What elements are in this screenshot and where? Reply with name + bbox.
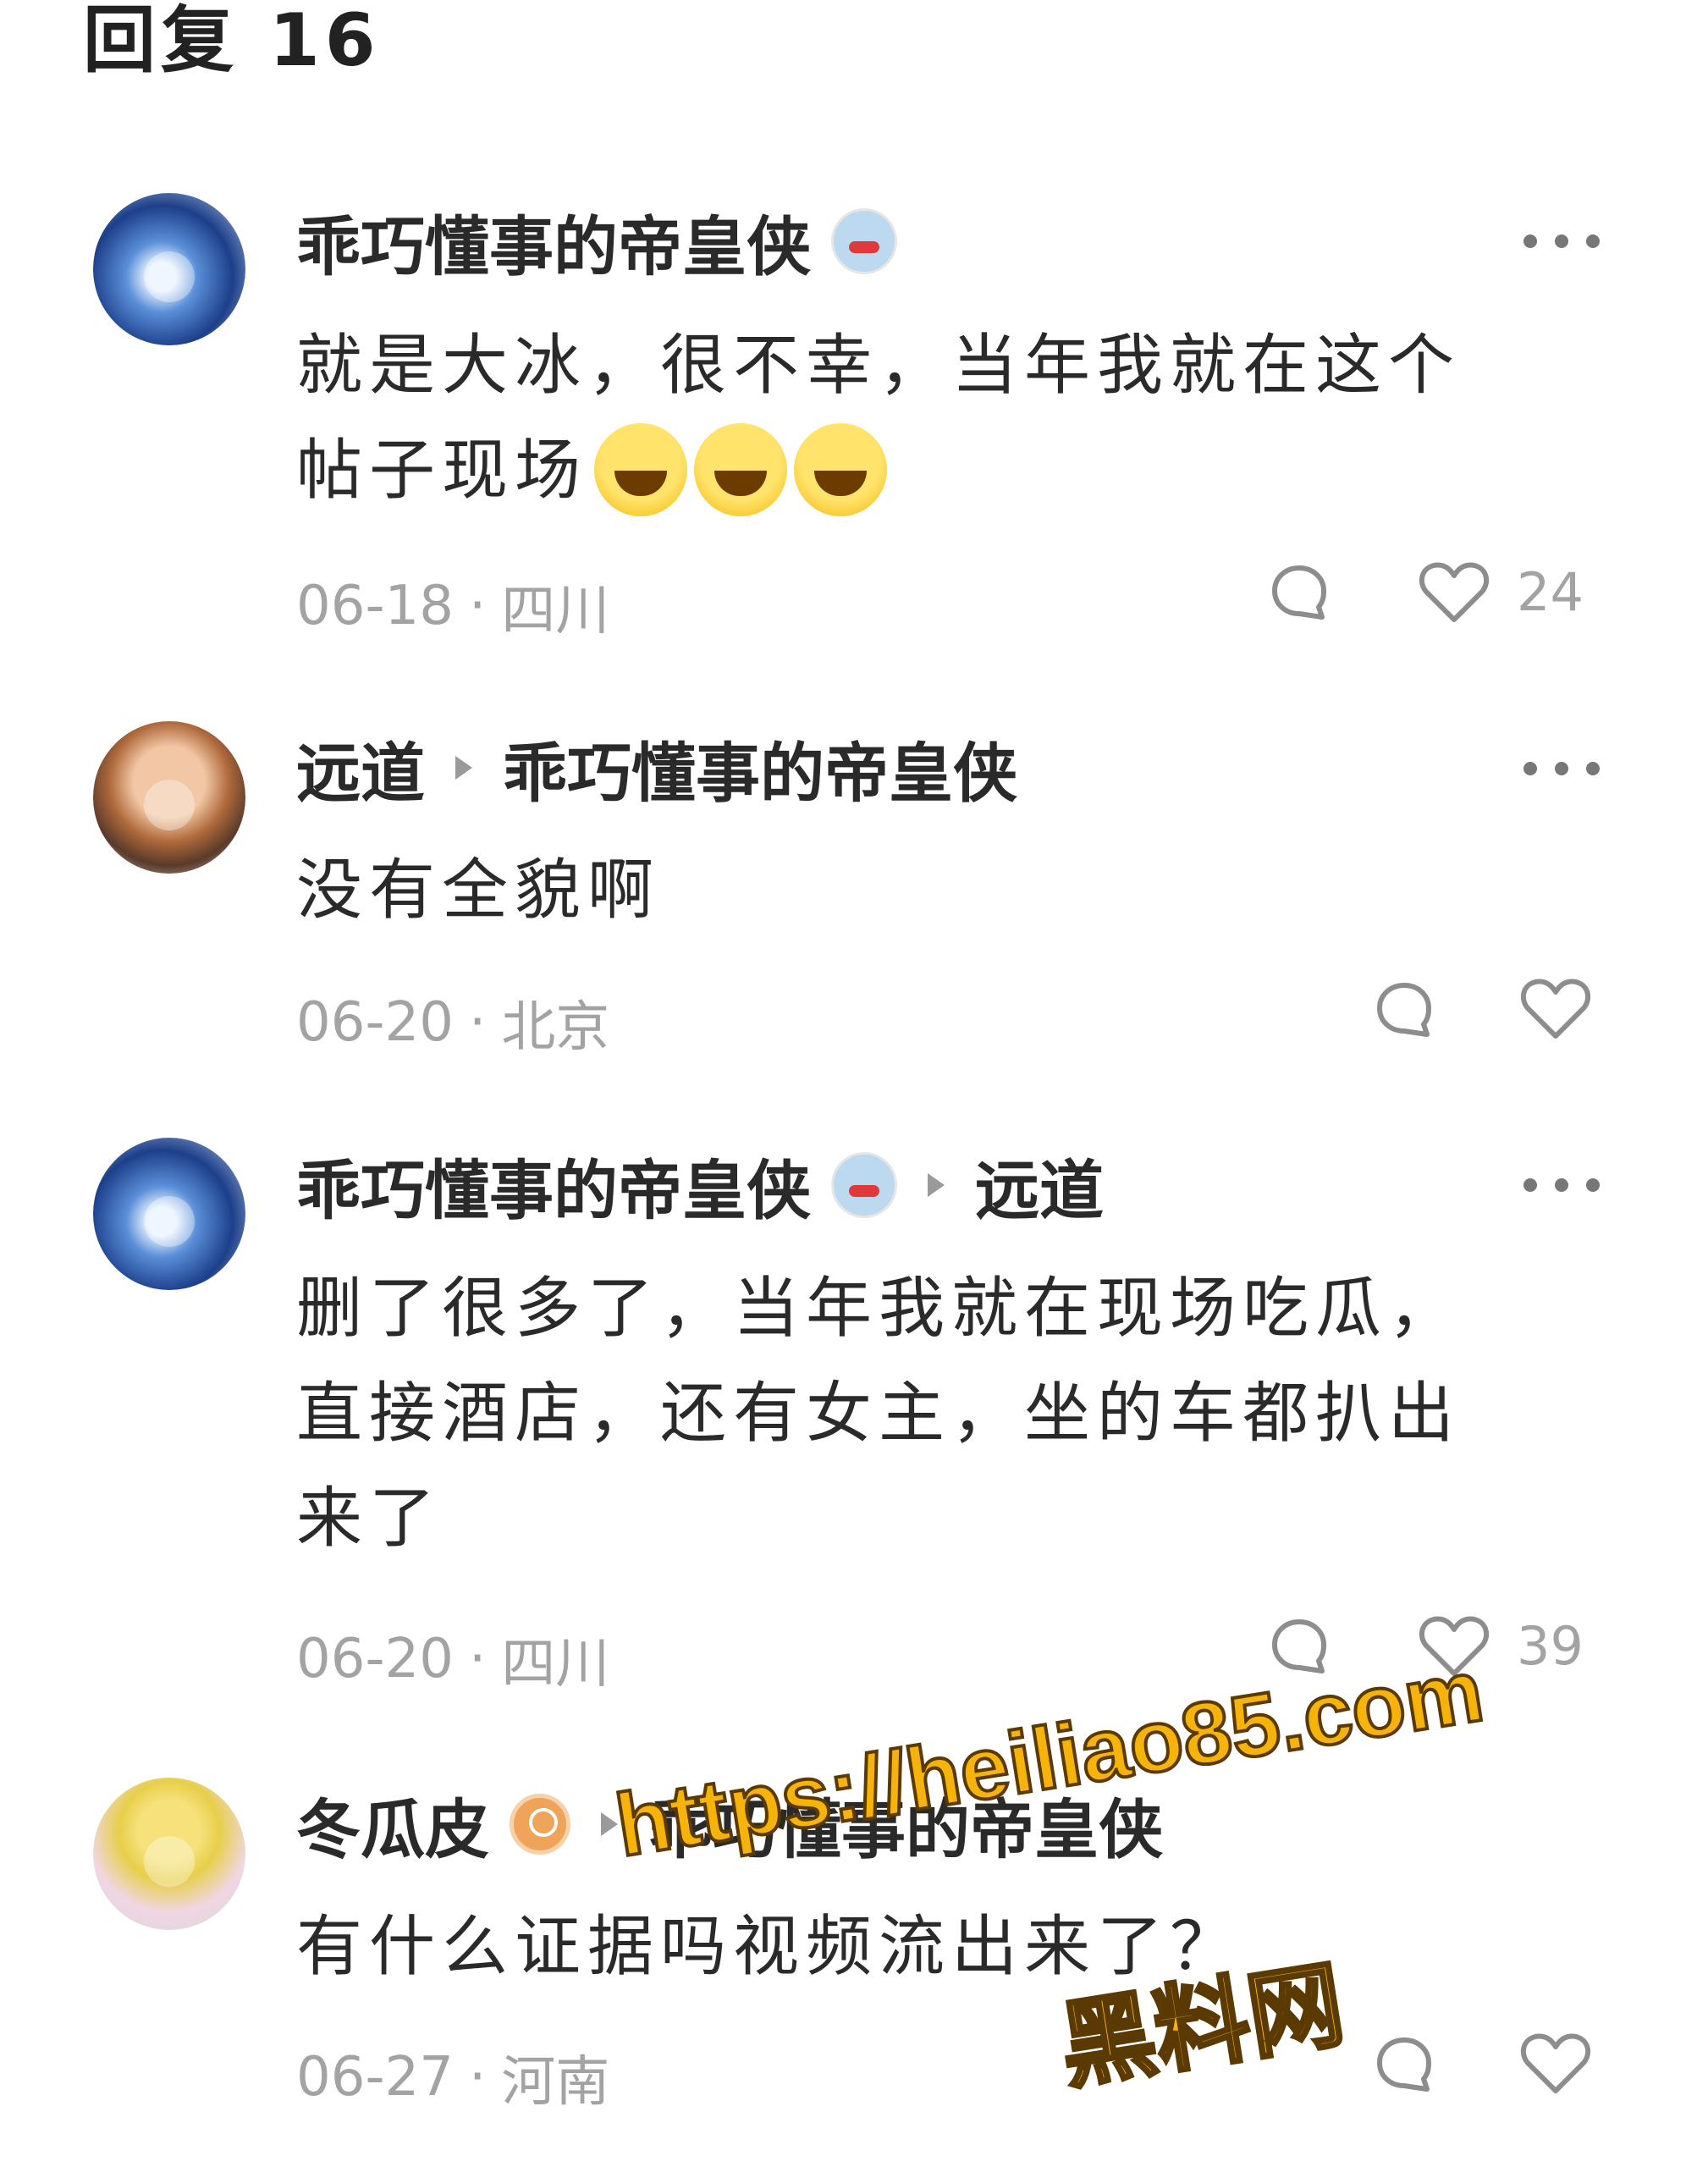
comment-text: 有什么证据吗视频流出来了？ xyxy=(296,1894,1617,1999)
reply-button[interactable] xyxy=(1375,980,1434,1039)
comment-user-row: 远道 乖巧懂事的帝皇侠 xyxy=(296,730,1017,811)
comment-location: 四川 xyxy=(501,1633,610,1696)
like-count: 24 xyxy=(1517,560,1584,623)
heart-icon xyxy=(1520,979,1591,1039)
comment-location: 北京 xyxy=(501,996,610,1059)
comment-text-line: 直接酒店，还有女主，坐的车都扒出 xyxy=(296,1376,1462,1452)
more-dots-icon[interactable] xyxy=(1523,760,1600,777)
username[interactable]: 乖巧懂事的帝皇侠 xyxy=(296,195,811,288)
grinning-emoji-icon xyxy=(794,422,888,516)
comment-meta: 06-27 · 河南 xyxy=(296,2043,609,2114)
username[interactable]: 冬瓜皮 xyxy=(296,1778,489,1871)
replies-header: 回复 16 xyxy=(83,0,381,83)
comment-text: 删了很多了，当年我就在现场吃瓜， 直接酒店，还有女主，坐的车都扒出 来了 xyxy=(296,1256,1617,1571)
like-count: 39 xyxy=(1517,1614,1584,1677)
speech-bubble-icon xyxy=(1377,983,1431,1037)
like-button[interactable] xyxy=(1520,975,1591,1041)
heart-icon xyxy=(1419,562,1490,622)
comment-text: 就是大冰，很不幸，当年我就在这个 帖子现场 xyxy=(296,313,1617,523)
reply-button[interactable] xyxy=(1375,2035,1434,2094)
like-button[interactable]: 24 xyxy=(1419,559,1584,625)
user-badge-icon xyxy=(831,208,897,274)
heart-icon xyxy=(1419,1616,1490,1676)
avatar[interactable] xyxy=(93,1778,245,1930)
meta-separator: · xyxy=(468,1628,487,1690)
comment-user-row: 冬瓜皮 乖巧懂事的帝皇侠 xyxy=(296,1786,1163,1867)
heart-icon xyxy=(1520,2033,1591,2093)
username[interactable]: 乖巧懂事的帝皇侠 xyxy=(296,1139,811,1232)
comment-date: 06-20 xyxy=(296,1628,454,1690)
speech-bubble-icon xyxy=(1377,2037,1431,2092)
more-dots-icon[interactable] xyxy=(1523,1177,1600,1194)
comment-text: 没有全貌啊 xyxy=(296,838,1617,943)
like-button[interactable] xyxy=(1520,2030,1591,2096)
comment-meta: 06-20 · 四川 xyxy=(296,1625,609,1696)
grinning-emoji-icon xyxy=(594,422,688,516)
comment-text-line: 没有全貌啊 xyxy=(296,852,661,929)
triangle-right-icon xyxy=(928,1173,945,1197)
comment-user-row: 乖巧懂事的帝皇侠 远道 xyxy=(296,1147,1104,1228)
speech-bubble-icon xyxy=(1272,1619,1326,1673)
comment-location: 河南 xyxy=(501,2051,610,2114)
comment-text-line: 有什么证据吗视频流出来了？ xyxy=(296,1909,1243,1985)
reply-to-username[interactable]: 乖巧懂事的帝皇侠 xyxy=(648,1778,1163,1871)
comment-text-line: 就是大冰，很不幸，当年我就在这个 xyxy=(296,328,1462,404)
meta-separator: · xyxy=(468,991,487,1054)
comment-text-line: 帖子现场 xyxy=(296,418,1617,523)
meta-separator: · xyxy=(468,2046,487,2109)
comment-text-line: 来了 xyxy=(296,1481,443,1557)
avatar[interactable] xyxy=(93,193,245,345)
comment-date: 06-27 xyxy=(296,2046,454,2109)
comment-user-row: 乖巧懂事的帝皇侠 xyxy=(296,203,897,284)
avatar[interactable] xyxy=(93,1138,245,1290)
triangle-right-icon xyxy=(455,756,472,780)
reply-button[interactable] xyxy=(1270,563,1329,622)
user-badge-icon xyxy=(510,1794,570,1855)
more-dots-icon[interactable] xyxy=(1523,233,1600,250)
username[interactable]: 远道 xyxy=(296,721,425,814)
reply-button[interactable] xyxy=(1270,1617,1329,1676)
avatar[interactable] xyxy=(93,721,245,874)
comment-date: 06-18 xyxy=(296,575,454,637)
comment-date: 06-20 xyxy=(296,991,454,1054)
triangle-right-icon xyxy=(601,1812,618,1836)
grinning-emoji-icon xyxy=(694,422,788,516)
reply-to-username[interactable]: 乖巧懂事的帝皇侠 xyxy=(503,721,1017,814)
comment-location: 四川 xyxy=(501,580,610,642)
comment-text-line: 删了很多了，当年我就在现场吃瓜， xyxy=(296,1271,1462,1347)
user-badge-icon xyxy=(831,1152,897,1218)
comment-meta: 06-20 · 北京 xyxy=(296,989,609,1059)
meta-separator: · xyxy=(468,575,487,637)
reply-to-username[interactable]: 远道 xyxy=(975,1139,1104,1232)
comment-meta: 06-18 · 四川 xyxy=(296,572,609,642)
speech-bubble-icon xyxy=(1272,565,1326,620)
like-button[interactable]: 39 xyxy=(1419,1613,1584,1679)
